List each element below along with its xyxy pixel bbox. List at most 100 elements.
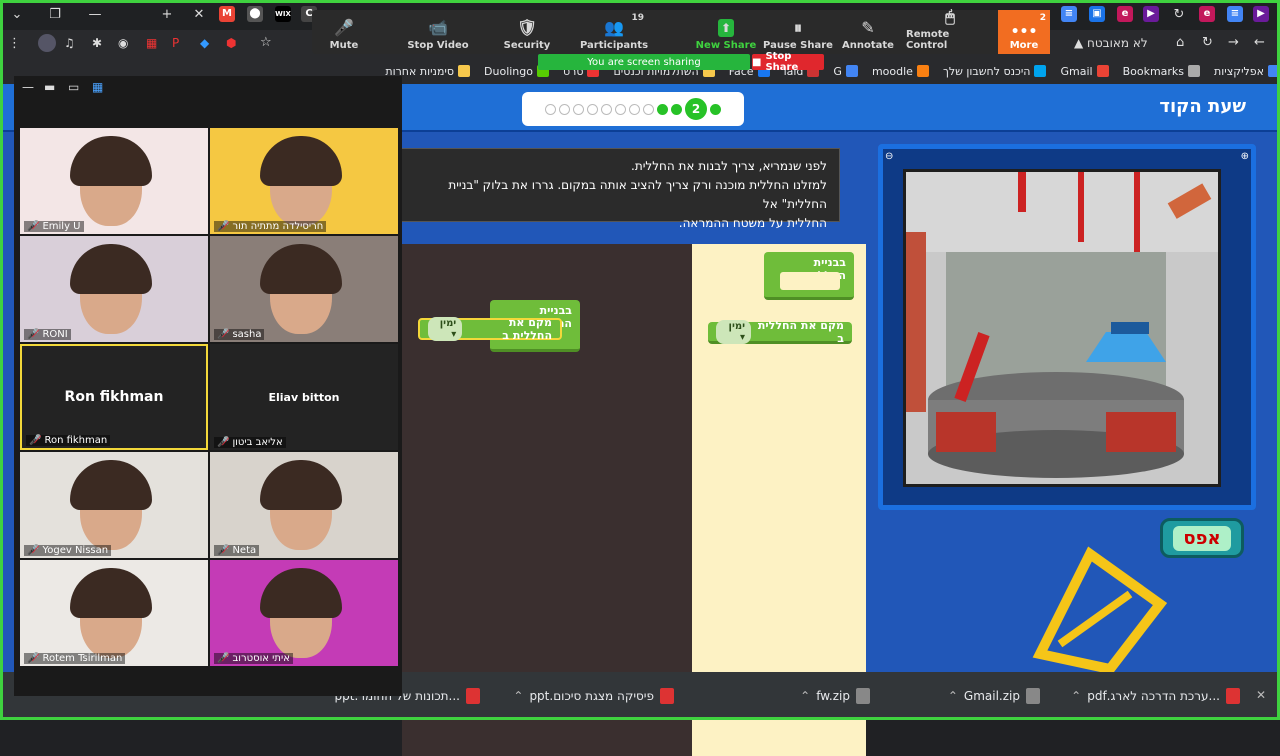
- screen-sharing-banner: You are screen sharing: [538, 54, 750, 70]
- participant-tile[interactable]: Eliav bitton 🎤̸ אליאב ביטון: [210, 344, 398, 450]
- bookmark-favicon-icon: [1096, 65, 1109, 77]
- home-icon[interactable]: ⌂: [1176, 35, 1184, 50]
- bookmark-item[interactable]: אפליקציות: [1214, 58, 1280, 84]
- new-tab-button[interactable]: +: [152, 0, 182, 28]
- mute-button[interactable]: 🎤 Mute: [318, 10, 370, 54]
- address-text[interactable]: לא מאובטח ▲: [1074, 36, 1148, 50]
- download-menu-icon[interactable]: ⌃: [948, 689, 958, 703]
- direction-dropdown[interactable]: ימין ▾: [428, 317, 463, 341]
- gmail-tab-icon[interactable]: M: [212, 0, 242, 28]
- completed-level-dot[interactable]: [671, 103, 682, 115]
- reload-icon[interactable]: ↻: [1202, 35, 1213, 50]
- muted-mic-icon: 🎤̸: [27, 545, 40, 556]
- security-button[interactable]: 🛡 Security: [492, 10, 562, 54]
- tab-search-icon[interactable]: ⌄: [2, 0, 32, 28]
- participant-tile[interactable]: Ron fikhman 🎤̸ Ron fikhman: [20, 344, 208, 450]
- pause-share-button[interactable]: ⏸ Pause Share: [756, 10, 840, 54]
- participant-tile[interactable]: 🎤̸ sasha: [210, 236, 398, 342]
- gallery-view-icon[interactable]: ▦: [92, 80, 103, 94]
- current-level-dot[interactable]: 2: [685, 98, 707, 120]
- ext-red-icon[interactable]: ⬢: [226, 36, 236, 50]
- pinterest-icon[interactable]: P: [172, 36, 179, 50]
- participant-display-name: Eliav bitton: [268, 390, 340, 404]
- download-menu-icon[interactable]: ⌃: [800, 689, 810, 703]
- tab-favicon-p[interactable]: ▶: [1136, 0, 1166, 28]
- participant-tile[interactable]: 🎤̸ איתי אוסטרוב: [210, 560, 398, 666]
- profile-avatar[interactable]: [38, 34, 56, 52]
- bookmark-star-icon[interactable]: ☆: [260, 35, 272, 50]
- toolbox-place-block[interactable]: מקם את החללית ב ימין ▾: [708, 319, 852, 345]
- download-item[interactable]: fw.zip ⌃: [800, 672, 870, 720]
- zip-file-icon: [1026, 688, 1040, 704]
- menu-icon[interactable]: ⋮: [8, 36, 21, 51]
- bookmark-item[interactable]: moodle: [872, 58, 929, 84]
- launch-pad-scene: ⊖ ⊕: [878, 144, 1256, 510]
- bookmark-item[interactable]: היכנס לחשבון שלך: [943, 58, 1047, 84]
- participants-button[interactable]: 👥 19 Participants: [570, 10, 658, 54]
- docs-tab-icon[interactable]: ≡: [1054, 0, 1084, 28]
- annotate-button[interactable]: ✎ Annotate: [836, 10, 900, 54]
- direction-dropdown[interactable]: ימין ▾: [716, 319, 752, 344]
- reset-button[interactable]: אפס: [1160, 518, 1244, 558]
- history-tab-icon[interactable]: ↻: [1164, 0, 1194, 28]
- tab-favicon-play[interactable]: ▶: [1246, 0, 1276, 28]
- bookmark-item[interactable]: G: [833, 58, 858, 84]
- participant-hair: [260, 460, 342, 510]
- reset-label: אפס: [1173, 525, 1231, 551]
- pause-icon: ⏸: [793, 18, 802, 37]
- pencil-icon: ✎: [861, 18, 875, 37]
- level-dot[interactable]: [587, 103, 598, 115]
- bookmark-label: Gmail: [1060, 64, 1093, 78]
- bookmark-label: היכנס לחשבון שלך: [942, 64, 1031, 78]
- download-item[interactable]: Gmail.zip ⌃: [948, 672, 1040, 720]
- bookmark-favicon-icon: [916, 65, 929, 77]
- forward-icon[interactable]: →: [1228, 35, 1239, 50]
- level-dot[interactable]: [601, 103, 612, 115]
- new-share-button[interactable]: ⬆ New Share: [688, 10, 764, 54]
- level-dot[interactable]: [545, 103, 556, 115]
- pdf-file-icon: [660, 688, 674, 704]
- tab-favicon-b[interactable]: ▣: [1082, 0, 1112, 28]
- workspace-place-block[interactable]: מקם את החללית ב ימין ▾: [418, 316, 562, 342]
- stop-video-button[interactable]: 📹 Stop Video: [398, 10, 478, 54]
- stop-share-button[interactable]: ■ Stop Share: [752, 51, 824, 73]
- ext-blue-icon[interactable]: ◆: [200, 36, 209, 50]
- minimize-window-button[interactable]: —: [80, 0, 110, 28]
- participant-name-tag: 🎤̸ Emily U: [24, 221, 84, 232]
- participant-tile[interactable]: 🎤̸ Yogev Nissan: [20, 452, 208, 558]
- level-dot[interactable]: [615, 103, 626, 115]
- close-tab-button[interactable]: ✕: [184, 0, 214, 28]
- restore-window-button[interactable]: ❐: [40, 0, 70, 28]
- level-dot[interactable]: [629, 103, 640, 115]
- level-dot[interactable]: [573, 103, 584, 115]
- completed-level-dot[interactable]: [710, 103, 721, 115]
- download-item[interactable]: ...ערכת הדרכה לארג.pdf ⌃: [1071, 672, 1240, 720]
- participant-tile[interactable]: 🎤̸ חריסילדה מתתיה תור: [210, 128, 398, 234]
- download-item[interactable]: פיסיקה מצגת סיכום.ppt ⌃: [513, 672, 674, 720]
- bookmark-item[interactable]: Bookmarks: [1123, 58, 1201, 84]
- remote-control-button[interactable]: 🖱 Remote Control: [906, 8, 994, 54]
- bookmark-item[interactable]: Gmail: [1060, 58, 1109, 84]
- level-dot[interactable]: [643, 103, 654, 115]
- media-icon[interactable]: ♫: [64, 36, 75, 50]
- close-downloads-icon[interactable]: ✕: [1256, 688, 1266, 702]
- tab-favicon-e2[interactable]: e: [1192, 0, 1222, 28]
- extensions-icon[interactable]: ✱: [92, 36, 102, 50]
- back-icon[interactable]: ←: [1254, 35, 1265, 50]
- download-menu-icon[interactable]: ⌃: [513, 689, 523, 703]
- participant-tile[interactable]: 🎤̸ Rotem Tsirilman: [20, 560, 208, 666]
- record-icon[interactable]: ◉: [118, 36, 128, 50]
- minimize-gallery-icon[interactable]: —: [22, 80, 34, 94]
- completed-level-dot[interactable]: [657, 103, 668, 115]
- strip-view-icon[interactable]: ▭: [68, 80, 79, 94]
- participant-tile[interactable]: 🎤̸ Neta: [210, 452, 398, 558]
- level-dot[interactable]: [559, 103, 570, 115]
- ext-m-icon[interactable]: ▦: [146, 36, 157, 50]
- tab-favicon[interactable]: ⬤: [240, 0, 270, 28]
- more-button[interactable]: ••• 2 More: [998, 10, 1050, 54]
- download-menu-icon[interactable]: ⌃: [1071, 689, 1081, 703]
- participant-tile[interactable]: 🎤̸ RONI: [20, 236, 208, 342]
- participant-tile[interactable]: 🎤̸ Emily U: [20, 128, 208, 234]
- speaker-view-icon[interactable]: ▬: [44, 80, 55, 94]
- download-filename: ...ערכת הדרכה לארג.pdf: [1087, 689, 1220, 703]
